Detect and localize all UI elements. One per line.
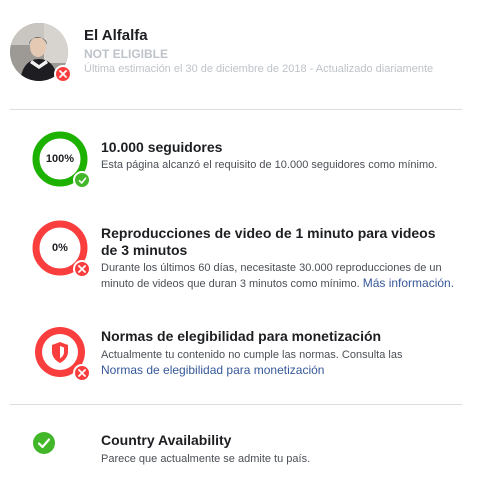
eligibility-status: NOT ELIGIBLE (84, 47, 168, 61)
close-icon (78, 265, 86, 273)
check-circle-icon (33, 432, 55, 454)
met-badge (73, 171, 91, 189)
requirement-video-views: 0% (32, 220, 91, 278)
not-eligible-badge (54, 65, 72, 83)
close-icon (78, 369, 86, 377)
unmet-badge (73, 364, 91, 382)
country-status (33, 432, 55, 459)
last-estimate-text: Última estimación el 30 de diciembre de … (84, 63, 434, 75)
page-name: El Alfalfa (84, 27, 148, 44)
divider (10, 404, 462, 405)
progress-ring: 100% (32, 131, 91, 189)
requirement-followers: 100% (32, 131, 91, 189)
unmet-badge (73, 260, 91, 278)
monetization-standards-link[interactable]: Normas de elegibilidad para monetización (101, 363, 324, 377)
requirement-title: 10.000 seguidores (101, 139, 223, 155)
page-avatar-container (10, 23, 72, 83)
progress-ring: 0% (32, 220, 91, 278)
divider (10, 109, 462, 110)
requirement-monetization-standards (32, 324, 91, 382)
requirement-title: Normas de elegibilidad para monetización (101, 328, 382, 344)
requirement-title: Reproducciones de video de 1 minuto para… (101, 225, 436, 258)
standards-status-icon (32, 324, 91, 382)
requirement-description: Esta página alcanzó el requisito de 10.0… (101, 159, 438, 171)
country-availability-title: Country Availability (101, 432, 232, 448)
close-icon (59, 70, 67, 78)
requirement-description: Actualmente tu contenido no cumple las n… (101, 348, 446, 379)
check-icon (78, 176, 86, 184)
requirement-description: Durante los últimos 60 días, necesitaste… (101, 261, 456, 292)
country-availability-description: Parece que actualmente se admite tu país… (101, 453, 311, 465)
more-info-link[interactable]: Más información. (363, 276, 454, 290)
requirement-description-text: Actualmente tu contenido no cumple las n… (101, 349, 403, 361)
